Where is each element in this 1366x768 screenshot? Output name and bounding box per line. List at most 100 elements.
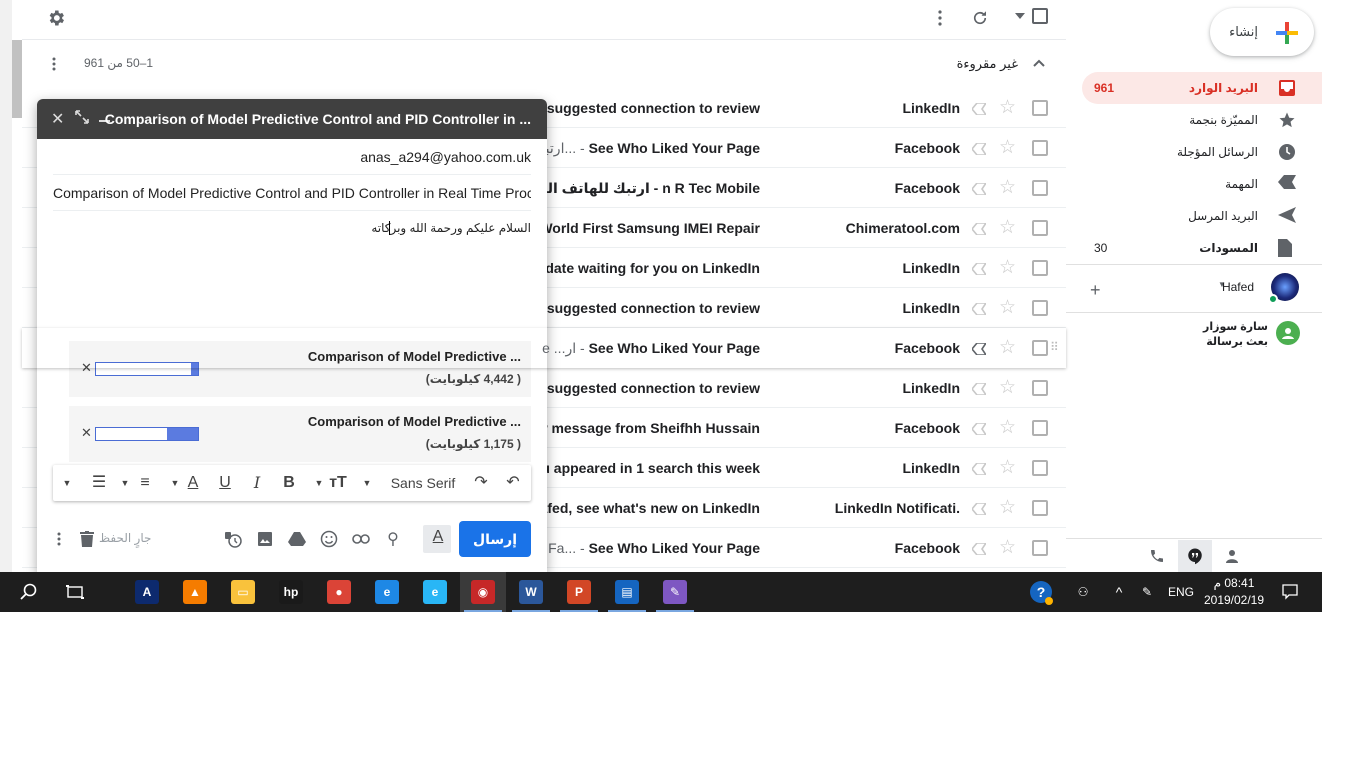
people-icon[interactable]: ⚇ bbox=[1072, 572, 1094, 612]
important-marker-icon[interactable] bbox=[970, 542, 988, 556]
taskbar-app-edge[interactable]: e bbox=[364, 572, 410, 612]
clock-time[interactable]: 08:41 م bbox=[1200, 576, 1268, 590]
refresh-icon[interactable] bbox=[968, 6, 992, 30]
contact-avatar-icon[interactable] bbox=[1276, 321, 1300, 345]
important-marker-icon[interactable] bbox=[970, 222, 988, 236]
row-checkbox[interactable] bbox=[1032, 180, 1048, 196]
star-icon[interactable]: ☆ bbox=[999, 298, 1016, 317]
sidebar-item-clock[interactable]: الرسائل المؤجلة bbox=[1082, 136, 1322, 168]
confidential-mode-icon[interactable] bbox=[223, 529, 243, 549]
star-icon[interactable]: ☆ bbox=[999, 498, 1016, 517]
language-indicator[interactable]: ENG bbox=[1166, 572, 1196, 612]
link-icon[interactable] bbox=[351, 529, 371, 549]
taskbar-app-powerpoint[interactable]: P bbox=[556, 572, 602, 612]
subject-field[interactable]: Comparison of Model Predictive Control a… bbox=[53, 175, 531, 211]
taskbar-app-chrome[interactable]: ● bbox=[316, 572, 362, 612]
compose-header[interactable]: ✕ Comparison of Model Predictive Control… bbox=[37, 99, 547, 139]
body-editor[interactable]: السلام عليكم ورحمة الله وبركاته bbox=[53, 217, 531, 337]
chevron-up-icon[interactable] bbox=[1032, 58, 1046, 68]
drive-icon[interactable] bbox=[287, 529, 307, 549]
photo-icon[interactable] bbox=[255, 529, 275, 549]
taskbar-app-hp[interactable]: hp bbox=[268, 572, 314, 612]
row-checkbox[interactable] bbox=[1032, 460, 1048, 476]
italic-icon[interactable]: I bbox=[247, 465, 267, 501]
star-icon[interactable]: ☆ bbox=[999, 258, 1016, 277]
row-checkbox[interactable] bbox=[1032, 260, 1048, 276]
send-button[interactable]: إرسال bbox=[459, 521, 531, 557]
hangouts-user-name[interactable]: Hafed bbox=[1222, 280, 1254, 294]
chevron-down-icon[interactable]: ▼ bbox=[311, 465, 327, 501]
sidebar-item-inbox[interactable]: البريد الوارد 961 bbox=[1082, 72, 1322, 104]
close-icon[interactable]: ✕ bbox=[51, 109, 64, 129]
taskbar-app-autodesk[interactable]: A bbox=[124, 572, 170, 612]
important-marker-icon[interactable] bbox=[970, 502, 988, 516]
row-checkbox[interactable] bbox=[1032, 500, 1048, 516]
star-icon[interactable]: ☆ bbox=[999, 538, 1016, 557]
person-icon[interactable] bbox=[1221, 546, 1243, 566]
important-marker-icon[interactable] bbox=[970, 102, 988, 116]
taskbar-app-document[interactable]: ▤ bbox=[604, 572, 650, 612]
important-marker-icon[interactable] bbox=[970, 302, 988, 316]
drag-handle-icon[interactable]: ⠿ bbox=[1050, 340, 1059, 354]
sidebar-item-send[interactable]: البريد المرسل bbox=[1082, 200, 1322, 232]
pen-icon[interactable]: ✎ bbox=[1136, 572, 1158, 612]
chevron-down-icon[interactable] bbox=[1014, 10, 1026, 22]
important-marker-icon[interactable] bbox=[970, 262, 988, 276]
more-vert-icon[interactable] bbox=[928, 6, 952, 30]
sidebar-item-important[interactable]: المهمة bbox=[1082, 168, 1322, 200]
action-center-icon[interactable] bbox=[1278, 572, 1302, 612]
more-formatting-chevron-icon[interactable]: ▼ bbox=[59, 465, 75, 501]
important-marker-icon[interactable] bbox=[970, 382, 988, 396]
redo-icon[interactable]: ↷ bbox=[471, 465, 491, 501]
chevron-down-icon[interactable]: ▼ bbox=[167, 465, 183, 501]
taskbar-app-paint[interactable]: ✎ bbox=[652, 572, 698, 612]
row-checkbox[interactable] bbox=[1032, 220, 1048, 236]
taskbar-app-word[interactable]: W bbox=[508, 572, 554, 612]
remove-attachment-icon[interactable]: ✕ bbox=[81, 425, 92, 441]
gear-icon[interactable] bbox=[44, 6, 68, 30]
star-icon[interactable]: ☆ bbox=[999, 178, 1016, 197]
to-field[interactable]: anas_a294@yahoo.com.uk bbox=[53, 139, 531, 175]
numbered-list-icon[interactable]: ☰ bbox=[89, 465, 109, 501]
important-marker-icon[interactable] bbox=[970, 422, 988, 436]
star-icon[interactable]: ☆ bbox=[999, 458, 1016, 477]
bold-icon[interactable]: B bbox=[279, 465, 299, 501]
select-all-checkbox[interactable] bbox=[1032, 8, 1048, 24]
star-icon[interactable]: ☆ bbox=[999, 218, 1016, 237]
chevron-down-icon[interactable]: ▼ bbox=[359, 465, 375, 501]
start-button[interactable] bbox=[0, 572, 8, 612]
star-icon[interactable]: ☆ bbox=[999, 338, 1016, 357]
underline-icon[interactable]: U bbox=[215, 465, 235, 501]
star-icon[interactable]: ☆ bbox=[999, 138, 1016, 157]
more-options-icon[interactable] bbox=[53, 529, 65, 549]
star-icon[interactable]: ☆ bbox=[999, 98, 1016, 117]
row-checkbox[interactable] bbox=[1032, 540, 1048, 556]
search-icon[interactable] bbox=[18, 582, 40, 602]
contact-name[interactable]: سارة سوزار bbox=[1203, 320, 1268, 333]
task-view-icon[interactable] bbox=[64, 582, 86, 602]
attach-icon[interactable]: ⚲ bbox=[383, 529, 403, 549]
important-marker-icon[interactable] bbox=[970, 462, 988, 476]
undo-icon[interactable]: ↶ bbox=[503, 465, 523, 501]
taskbar-app-ie[interactable]: e bbox=[412, 572, 458, 612]
star-icon[interactable]: ☆ bbox=[999, 378, 1016, 397]
fullscreen-icon[interactable] bbox=[75, 110, 91, 126]
trash-icon[interactable] bbox=[79, 529, 95, 549]
row-checkbox[interactable] bbox=[1032, 300, 1048, 316]
phone-icon[interactable] bbox=[1146, 546, 1168, 566]
chevron-up-icon[interactable]: ^ bbox=[1108, 572, 1130, 612]
more-vert-icon[interactable] bbox=[48, 54, 60, 74]
taskbar-app-file-explorer[interactable]: ▭ bbox=[220, 572, 266, 612]
text-color-icon[interactable]: A bbox=[183, 465, 203, 501]
row-checkbox[interactable] bbox=[1032, 420, 1048, 436]
chevron-down-icon[interactable]: ▼ bbox=[117, 465, 133, 501]
row-checkbox[interactable] bbox=[1032, 340, 1048, 356]
add-icon[interactable]: + bbox=[1090, 280, 1101, 301]
scrollbar-thumb[interactable] bbox=[12, 40, 22, 118]
font-selector[interactable]: Sans Serif bbox=[385, 465, 461, 501]
emoji-icon[interactable] bbox=[319, 529, 339, 549]
taskbar-app-app[interactable]: ◉ bbox=[460, 572, 506, 612]
star-icon[interactable]: ☆ bbox=[999, 418, 1016, 437]
row-checkbox[interactable] bbox=[1032, 140, 1048, 156]
taskbar-app-vlc[interactable]: ▲ bbox=[172, 572, 218, 612]
